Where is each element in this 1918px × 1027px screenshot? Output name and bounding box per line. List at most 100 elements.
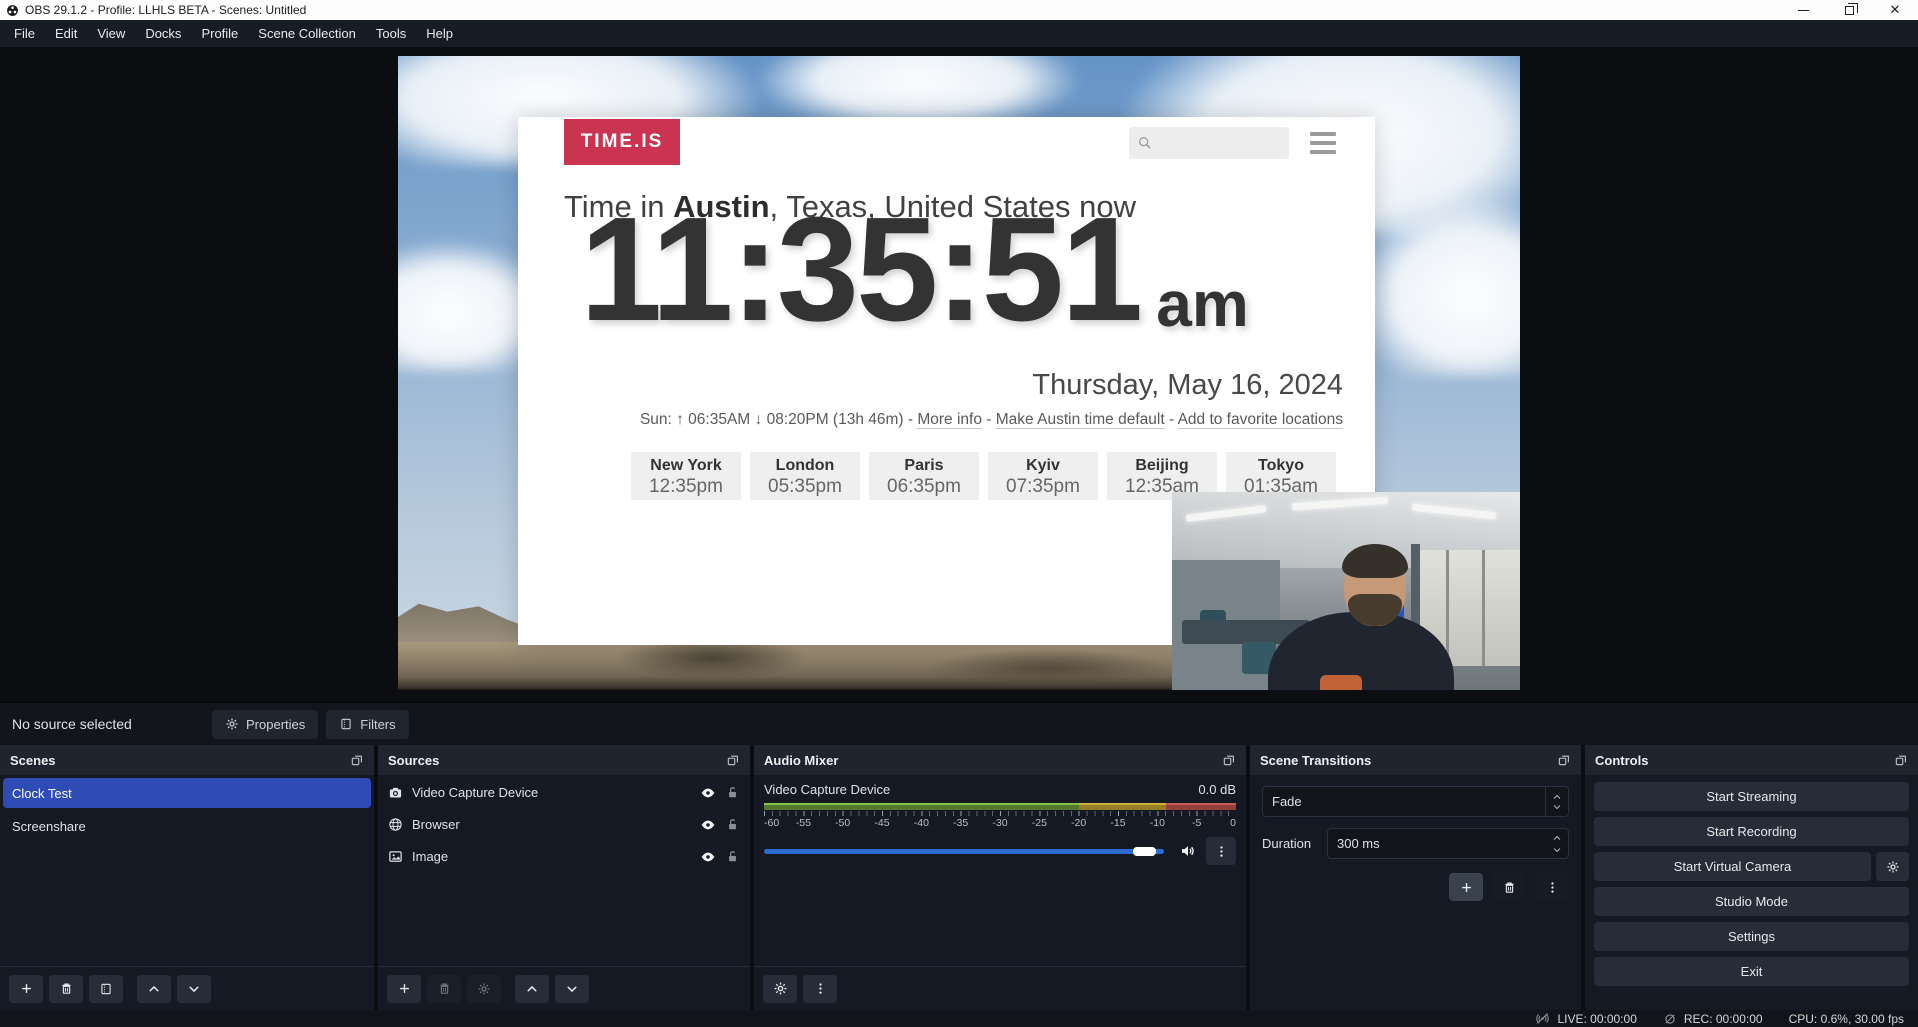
source-item-video-capture[interactable]: Video Capture Device (378, 778, 750, 807)
cloud (1350, 196, 1520, 376)
menu-tools[interactable]: Tools (366, 20, 416, 47)
duration-spin-arrows[interactable] (1546, 833, 1568, 855)
remove-source-button[interactable] (427, 975, 461, 1003)
menu-scene-collection[interactable]: Scene Collection (248, 20, 366, 47)
hamburger-menu-icon (1310, 132, 1336, 154)
desert-mesa (398, 602, 528, 646)
source-up-button[interactable] (515, 975, 549, 1003)
chevron-up-icon (525, 982, 539, 996)
audio-mixer-panel: Audio Mixer Video Capture Device 0.0 dB … (754, 745, 1246, 1010)
source-item-browser[interactable]: Browser (378, 810, 750, 839)
lock-icon[interactable] (725, 849, 740, 864)
studio-mode-button[interactable]: Studio Mode (1594, 887, 1909, 916)
window-title: OBS 29.1.2 - Profile: LLHLS BETA - Scene… (25, 3, 306, 17)
gears-icon (773, 981, 788, 996)
menu-file[interactable]: File (4, 20, 45, 47)
source-down-button[interactable] (555, 975, 589, 1003)
menu-docks[interactable]: Docks (135, 20, 191, 47)
mixer-menu-button[interactable] (803, 975, 837, 1003)
scene-filters-button[interactable] (89, 975, 123, 1003)
scene-down-button[interactable] (177, 975, 211, 1003)
scene-up-button[interactable] (137, 975, 171, 1003)
clock-meridiem: am (1156, 279, 1249, 330)
record-inactive-icon (1663, 1012, 1677, 1026)
properties-button[interactable]: Properties (212, 710, 318, 739)
lock-icon[interactable] (725, 817, 740, 832)
virtual-camera-config-button[interactable] (1876, 852, 1909, 881)
filters-button[interactable]: Filters (326, 710, 408, 739)
popout-icon[interactable] (1222, 753, 1236, 767)
menu-edit[interactable]: Edit (45, 20, 87, 47)
plus-icon (1459, 880, 1474, 895)
obs-window: OBS 29.1.2 - Profile: LLHLS BETA - Scene… (0, 0, 1918, 1027)
title-bar: OBS 29.1.2 - Profile: LLHLS BETA - Scene… (0, 0, 1918, 20)
trash-icon (437, 981, 452, 996)
add-source-button[interactable] (387, 975, 421, 1003)
kebab-icon (813, 981, 828, 996)
volume-slider[interactable] (764, 845, 1170, 857)
kebab-icon (1545, 880, 1560, 895)
gear-icon (477, 982, 491, 996)
chevron-down-icon (565, 982, 579, 996)
source-properties-button[interactable] (467, 975, 501, 1003)
transition-select-arrows[interactable] (1545, 787, 1568, 816)
chevron-up-icon (1552, 833, 1562, 843)
transition-menu-button[interactable] (1535, 873, 1569, 901)
speaker-icon[interactable] (1179, 842, 1197, 860)
plus-icon (19, 981, 34, 996)
lock-icon[interactable] (725, 785, 740, 800)
menu-view[interactable]: View (87, 20, 135, 47)
source-toolbar: No source selected Properties Filters (0, 702, 1918, 745)
minimize-button[interactable] (1780, 0, 1826, 20)
visibility-eye-icon[interactable] (700, 849, 716, 865)
clock-time: 11:35:51 (580, 209, 1140, 330)
city-card: Kyiv07:35pm (988, 452, 1098, 500)
popout-icon[interactable] (1894, 753, 1908, 767)
close-button[interactable]: ✕ (1872, 0, 1918, 20)
preview-canvas[interactable]: TIME.IS Time in Austin, Texas, United St… (398, 56, 1520, 690)
menu-profile[interactable]: Profile (191, 20, 248, 47)
advanced-audio-button[interactable] (763, 975, 797, 1003)
search-icon (1137, 135, 1153, 151)
transition-select[interactable]: Fade (1262, 786, 1569, 817)
add-scene-button[interactable] (9, 975, 43, 1003)
source-item-image[interactable]: Image (378, 842, 750, 871)
popout-icon[interactable] (1557, 753, 1571, 767)
start-recording-button[interactable]: Start Recording (1594, 817, 1909, 846)
visibility-eye-icon[interactable] (700, 817, 716, 833)
popout-icon[interactable] (350, 753, 364, 767)
duration-spinbox[interactable]: 300 ms (1327, 828, 1569, 859)
volume-slider-handle[interactable] (1133, 847, 1156, 856)
obs-logo-icon (6, 4, 19, 17)
camera-icon (388, 785, 403, 800)
kebab-icon (1214, 844, 1229, 859)
more-info-link: More info (917, 411, 982, 429)
meter-scale: -60 -55 -50 -45 -40 -35 -30 -25 -20 -15 … (764, 816, 1236, 830)
settings-button[interactable]: Settings (1594, 922, 1909, 951)
popout-icon[interactable] (726, 753, 740, 767)
scene-item-clock-test[interactable]: Clock Test (3, 778, 371, 808)
remove-scene-button[interactable] (49, 975, 83, 1003)
add-transition-button[interactable] (1449, 873, 1483, 901)
image-icon (388, 849, 403, 864)
mixer-channel-menu-button[interactable] (1206, 837, 1236, 865)
chevron-down-icon (187, 982, 201, 996)
chevron-up-icon (1552, 792, 1562, 802)
menu-help[interactable]: Help (416, 20, 463, 47)
remove-transition-button[interactable] (1492, 873, 1526, 901)
restore-button[interactable] (1826, 0, 1872, 20)
timeis-search-box (1129, 127, 1289, 159)
start-streaming-button[interactable]: Start Streaming (1594, 782, 1909, 811)
start-virtual-camera-button[interactable]: Start Virtual Camera (1594, 852, 1871, 881)
scenes-panel: Scenes Clock Test Screenshare (0, 745, 374, 1010)
exit-button[interactable]: Exit (1594, 957, 1909, 986)
webcam-overlay (1172, 492, 1520, 690)
status-bar: LIVE: 00:00:00 REC: 00:00:00 CPU: 0.6%, … (0, 1010, 1918, 1027)
globe-icon (388, 817, 403, 832)
scene-item-screenshare[interactable]: Screenshare (3, 811, 371, 841)
controls-title: Controls (1595, 753, 1648, 768)
visibility-eye-icon[interactable] (700, 785, 716, 801)
clock-display: 11:35:51 am (580, 209, 1249, 330)
volume-meter (764, 803, 1236, 810)
duration-label: Duration (1262, 836, 1318, 851)
